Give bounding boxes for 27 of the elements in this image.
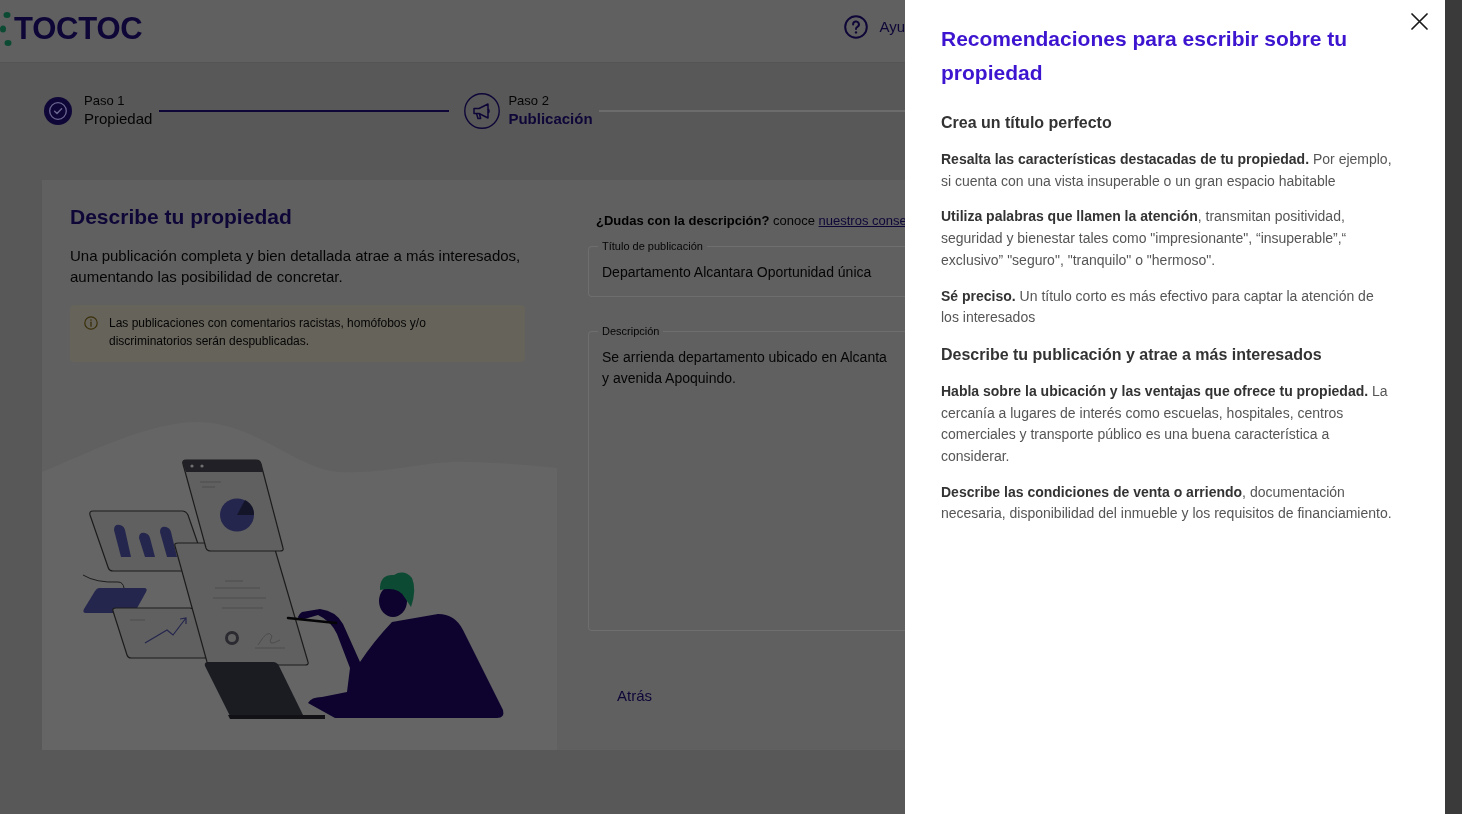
info-icon — [84, 316, 98, 330]
section-title: Describe tu propiedad — [70, 204, 293, 230]
section-heading: Describe tu publicación y atrae a más interesados — [941, 344, 1323, 365]
tip-text: Resalta las características destacadas de tu propiedad. Por ejemplo, si cuenta con una vista insuperable o un gran espacio habitable — [941, 150, 1393, 191]
intro-text: Una publicación completa y bien detallada atrae a más interesados, aumentando las posibilidad de concretar. — [70, 246, 522, 287]
tip-text: Describe las condiciones de venta o arriendo, documentación necesaria, disponibilidad del inmueble y los requisitos de financiamiento. — [941, 482, 1393, 524]
step-title: Propiedad — [84, 109, 153, 129]
step-title: Publicación — [508, 109, 593, 129]
section-heading: Crea un título perfecto — [941, 113, 1113, 133]
help-button[interactable]: Ayu — [844, 15, 905, 39]
step-label: Paso 1 — [84, 93, 126, 109]
field-label: Título de publicación — [601, 240, 704, 252]
title-input[interactable]: Título de publicación Departamento Alcantara Oportunidad única — [588, 240, 905, 297]
logo-wordmark: TOCTOC — [14, 13, 143, 44]
step-label: Paso 2 — [508, 93, 550, 109]
tip-text: Utiliza palabras que llamen la atención, transmitan positividad, seguridad y bienestar tales como "impresionante", “insuperable”,“ exclusivo” "seguro", "tranquilo" o "hermoso". — [941, 207, 1348, 270]
help-icon — [844, 15, 869, 39]
warning-text: Las publicaciones con comentarios racistas, homófobos y/o discriminatorios serán despublicadas. — [109, 315, 427, 350]
close-button[interactable] — [1411, 13, 1428, 30]
connector-line — [82, 574, 125, 589]
tip-text: Habla sobre la ubicación y las ventajas que ofrece tu propiedad. La cercanía a lugares de interés como escuelas, hospitales, centros comerciales y transporte público es una buena característica a considerar. — [941, 381, 1389, 467]
back-button[interactable]: Atrás — [588, 678, 681, 714]
drawer-title: Recomendaciones para escribir sobre tu propiedad — [941, 26, 1349, 86]
close-icon — [1411, 13, 1428, 30]
tip-text: Sé preciso. Un título corto es más efectivo para captar la atención de los interesados — [941, 286, 1375, 328]
field-label: Descripción — [601, 325, 661, 337]
logo-mark-icon — [0, 10, 12, 47]
